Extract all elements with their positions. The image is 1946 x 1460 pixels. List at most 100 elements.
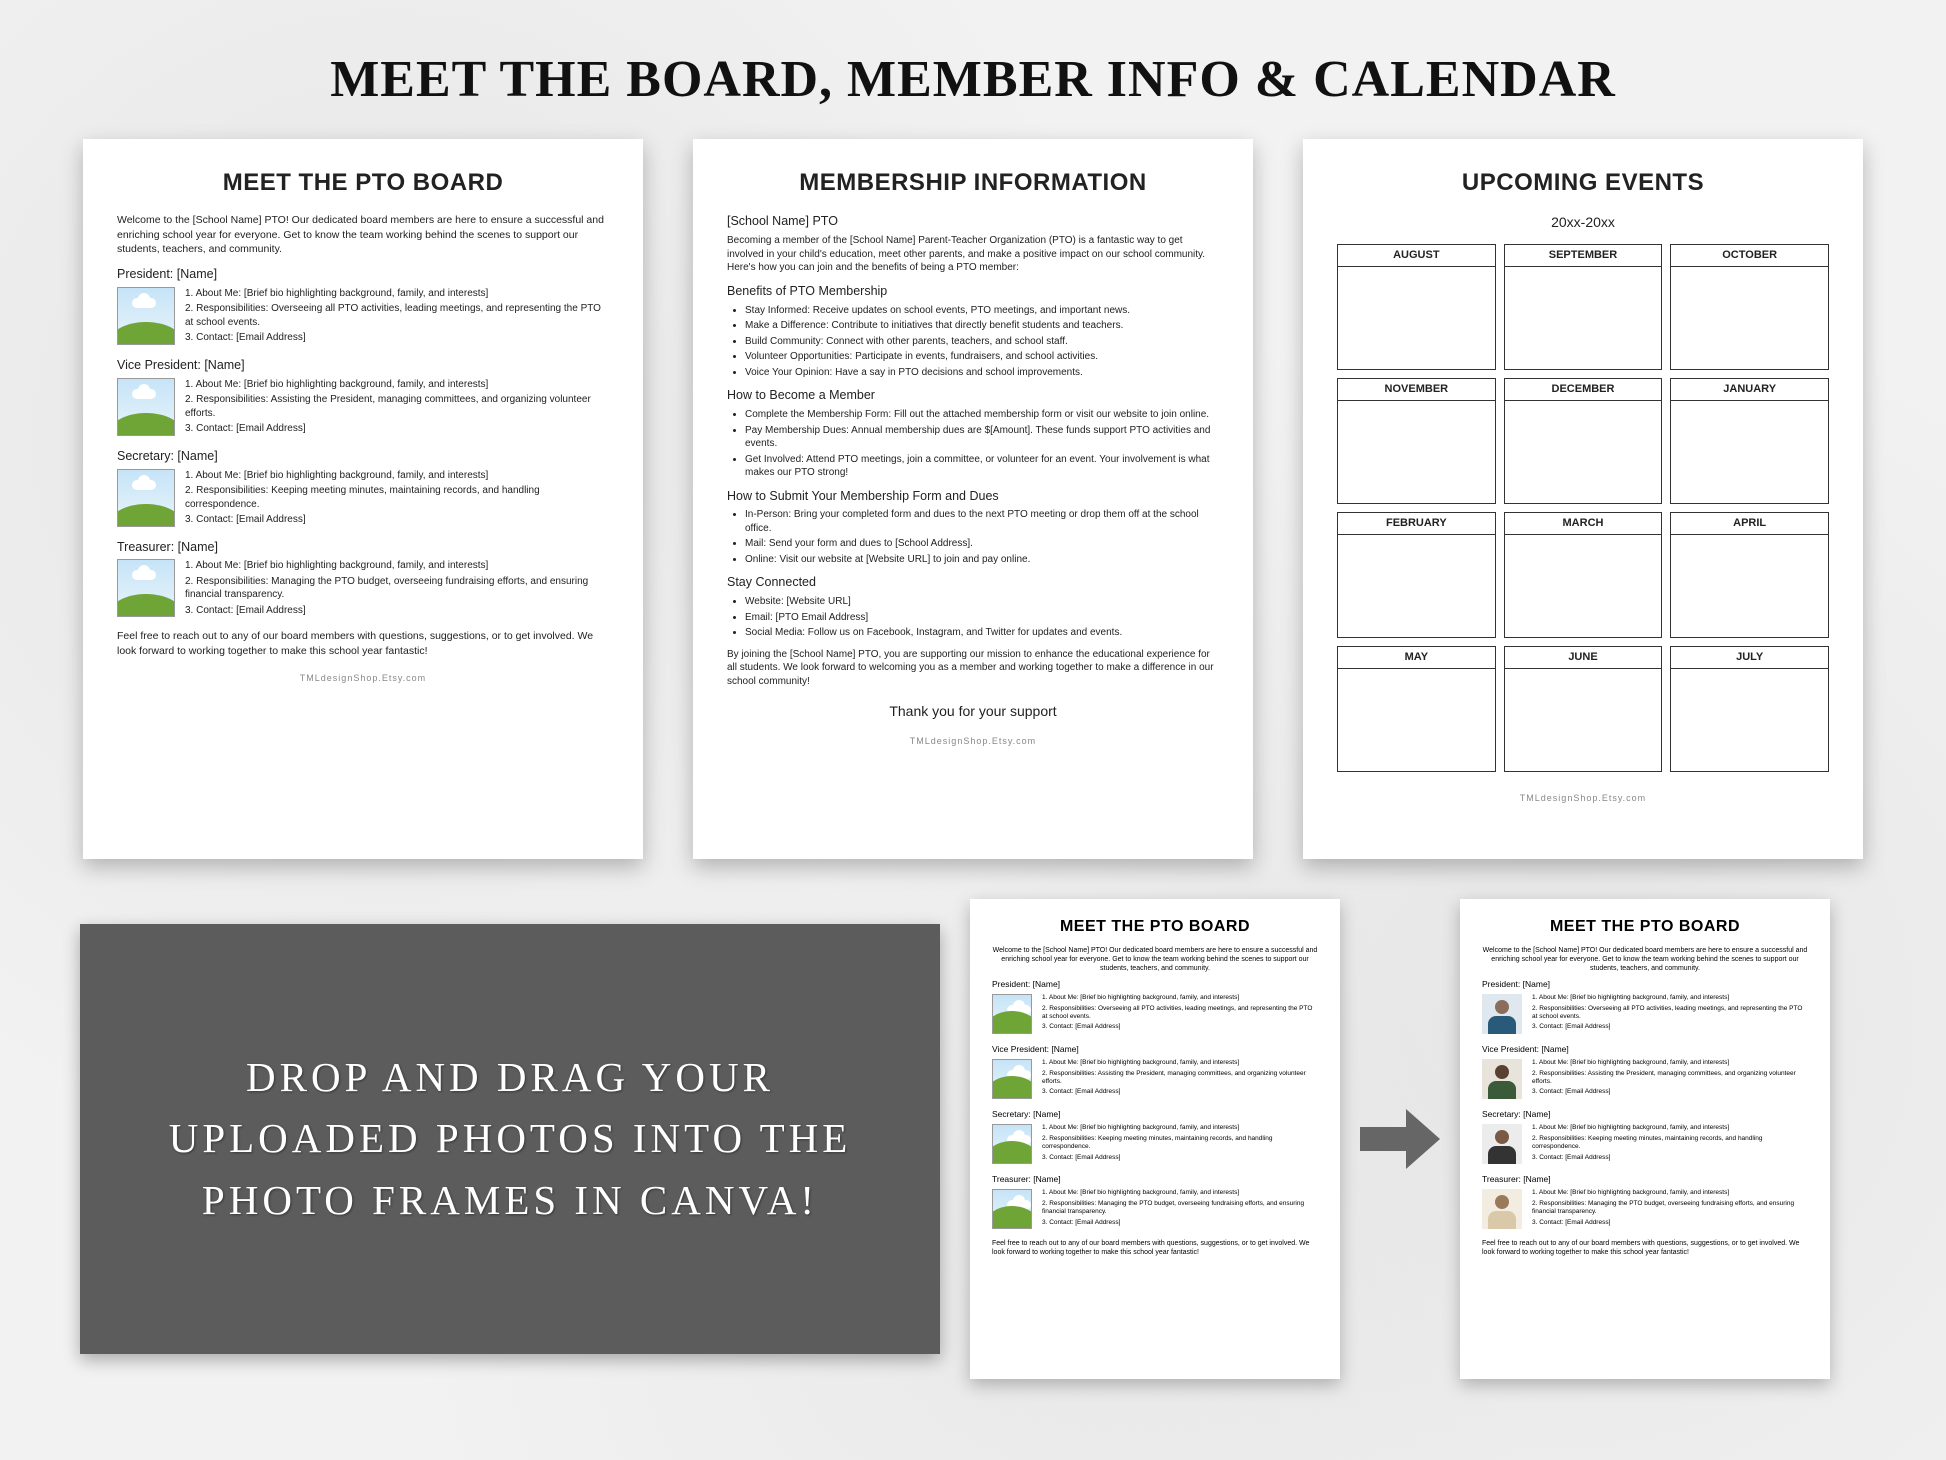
- photo-placeholder-icon: [117, 287, 175, 345]
- month-label: APRIL: [1671, 513, 1828, 535]
- month-box: OCTOBER: [1670, 244, 1829, 370]
- list-item: Build Community: Connect with other pare…: [745, 335, 1219, 349]
- photo-placeholder-icon: [992, 1124, 1032, 1164]
- line: 1. About Me: [Brief bio highlighting bac…: [185, 378, 609, 392]
- role-label: Vice President: [Name]: [117, 357, 609, 374]
- member-vice-president: Vice President: [Name] 1. About Me: [Bri…: [117, 357, 609, 438]
- month-box: FEBRUARY: [1337, 512, 1496, 638]
- pages-row: MEET THE PTO BOARD Welcome to the [Schoo…: [0, 139, 1946, 859]
- line: 1. About Me: [Brief bio highlighting bac…: [1042, 1059, 1318, 1067]
- photo-placeholder-icon: [117, 559, 175, 617]
- portrait-photo-icon: [1482, 1059, 1522, 1099]
- line: 2. Responsibilities: Assisting the Presi…: [1532, 1070, 1808, 1087]
- role-label: Treasurer: [Name]: [1482, 1174, 1808, 1185]
- month-box: JANUARY: [1670, 378, 1829, 504]
- page-membership: MEMBERSHIP INFORMATION [School Name] PTO…: [693, 139, 1253, 859]
- line: 3. Contact: [Email Address]: [1532, 1154, 1808, 1162]
- month-label: AUGUST: [1338, 245, 1495, 267]
- role-label: Secretary: [Name]: [992, 1109, 1318, 1120]
- line: 1. About Me: [Brief bio highlighting bac…: [1532, 1189, 1808, 1197]
- line: 3. Contact: [Email Address]: [185, 513, 609, 527]
- line: 2. Responsibilities: Keeping meeting min…: [185, 484, 609, 511]
- mini-closing: Feel free to reach out to any of our boa…: [992, 1239, 1318, 1257]
- role-label: Treasurer: [Name]: [117, 539, 609, 556]
- month-label: FEBRUARY: [1338, 513, 1495, 535]
- instruction-box: DROP AND DRAG YOUR UPLOADED PHOTOS INTO …: [80, 924, 940, 1354]
- list-item: Stay Informed: Receive updates on school…: [745, 304, 1219, 318]
- bottom-row: DROP AND DRAG YOUR UPLOADED PHOTOS INTO …: [0, 859, 1946, 1379]
- mini-title: MEET THE PTO BOARD: [992, 917, 1318, 938]
- footer-url: TMLdesignShop.Etsy.com: [117, 672, 609, 684]
- line: 2. Responsibilities: Keeping meeting min…: [1042, 1135, 1318, 1152]
- list-item: Volunteer Opportunities: Participate in …: [745, 350, 1219, 364]
- list-item: Online: Visit our website at [Website UR…: [745, 553, 1219, 567]
- become-heading: How to Become a Member: [727, 387, 1219, 404]
- mini-title: MEET THE PTO BOARD: [1482, 917, 1808, 938]
- photo-placeholder-icon: [992, 1189, 1032, 1229]
- member-secretary: Secretary: [Name] 1. About Me: [Brief bi…: [117, 448, 609, 529]
- month-box: JUNE: [1504, 646, 1663, 772]
- line: 2. Responsibilities: Managing the PTO bu…: [1532, 1200, 1808, 1217]
- month-label: JANUARY: [1671, 379, 1828, 401]
- portrait-photo-icon: [1482, 994, 1522, 1034]
- list-item: Mail: Send your form and dues to [School…: [745, 537, 1219, 551]
- line: 2. Responsibilities: Managing the PTO bu…: [1042, 1200, 1318, 1217]
- line: 1. About Me: [Brief bio highlighting bac…: [185, 469, 609, 483]
- line: 2. Responsibilities: Assisting the Presi…: [185, 393, 609, 420]
- month-label: MARCH: [1505, 513, 1662, 535]
- membership-title: MEMBERSHIP INFORMATION: [727, 167, 1219, 199]
- benefits-list: Stay Informed: Receive updates on school…: [727, 304, 1219, 380]
- line: 1. About Me: [Brief bio highlighting bac…: [1042, 994, 1318, 1002]
- list-item: Get Involved: Attend PTO meetings, join …: [745, 453, 1219, 480]
- stay-list: Website: [Website URL] Email: [PTO Email…: [727, 595, 1219, 640]
- mini-intro: Welcome to the [School Name] PTO! Our de…: [1482, 946, 1808, 973]
- board-intro: Welcome to the [School Name] PTO! Our de…: [117, 213, 609, 256]
- month-box: SEPTEMBER: [1504, 244, 1663, 370]
- line: 3. Contact: [Email Address]: [1532, 1219, 1808, 1227]
- board-title: MEET THE PTO BOARD: [117, 167, 609, 199]
- list-item: Voice Your Opinion: Have a say in PTO de…: [745, 366, 1219, 380]
- mini-comparison: MEET THE PTO BOARD Welcome to the [Schoo…: [970, 899, 1830, 1379]
- line: 1. About Me: [Brief bio highlighting bac…: [1042, 1124, 1318, 1132]
- submit-list: In-Person: Bring your completed form and…: [727, 508, 1219, 566]
- line: 1. About Me: [Brief bio highlighting bac…: [185, 559, 609, 573]
- member-lines: 1. About Me: [Brief bio highlighting bac…: [185, 469, 609, 529]
- line: 3. Contact: [Email Address]: [1042, 1154, 1318, 1162]
- main-title: MEET THE BOARD, MEMBER INFO & CALENDAR: [0, 0, 1946, 139]
- month-box: JULY: [1670, 646, 1829, 772]
- month-box: APRIL: [1670, 512, 1829, 638]
- mini-closing: Feel free to reach out to any of our boa…: [1482, 1239, 1808, 1257]
- arrow-right-icon: [1360, 1109, 1440, 1169]
- member-lines: 1. About Me: [Brief bio highlighting bac…: [185, 287, 609, 347]
- month-box: MAY: [1337, 646, 1496, 772]
- line: 3. Contact: [Email Address]: [185, 331, 609, 345]
- line: 2. Responsibilities: Assisting the Presi…: [1042, 1070, 1318, 1087]
- month-box: DECEMBER: [1504, 378, 1663, 504]
- photo-placeholder-icon: [992, 1059, 1032, 1099]
- month-label: DECEMBER: [1505, 379, 1662, 401]
- month-box: AUGUST: [1337, 244, 1496, 370]
- line: 1. About Me: [Brief bio highlighting bac…: [1042, 1189, 1318, 1197]
- list-item: Complete the Membership Form: Fill out t…: [745, 408, 1219, 422]
- list-item: Make a Difference: Contribute to initiat…: [745, 319, 1219, 333]
- thanks-text: Thank you for your support: [727, 702, 1219, 721]
- line: 2. Responsibilities: Overseeing all PTO …: [1042, 1005, 1318, 1022]
- line: 1. About Me: [Brief bio highlighting bac…: [1532, 1059, 1808, 1067]
- line: 1. About Me: [Brief bio highlighting bac…: [185, 287, 609, 301]
- role-label: President: [Name]: [117, 266, 609, 283]
- become-list: Complete the Membership Form: Fill out t…: [727, 408, 1219, 480]
- month-box: MARCH: [1504, 512, 1663, 638]
- list-item: In-Person: Bring your completed form and…: [745, 508, 1219, 535]
- role-label: President: [Name]: [1482, 979, 1808, 990]
- membership-closing: By joining the [School Name] PTO, you ar…: [727, 648, 1219, 689]
- portrait-photo-icon: [1482, 1124, 1522, 1164]
- month-label: OCTOBER: [1671, 245, 1828, 267]
- footer-url: TMLdesignShop.Etsy.com: [727, 735, 1219, 747]
- line: 2. Responsibilities: Overseeing all PTO …: [185, 302, 609, 329]
- line: 3. Contact: [Email Address]: [1042, 1023, 1318, 1031]
- calendar-subtitle: 20xx-20xx: [1337, 213, 1829, 232]
- page-board: MEET THE PTO BOARD Welcome to the [Schoo…: [83, 139, 643, 859]
- photo-placeholder-icon: [992, 994, 1032, 1034]
- photo-placeholder-icon: [117, 378, 175, 436]
- member-lines: 1. About Me: [Brief bio highlighting bac…: [185, 559, 609, 619]
